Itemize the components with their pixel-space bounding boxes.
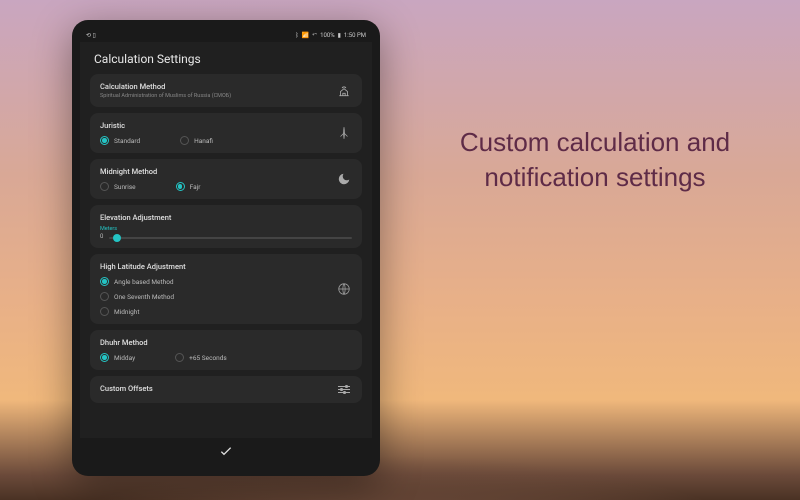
compass-icon bbox=[336, 125, 352, 141]
wifi-icon: ⬿ bbox=[312, 31, 317, 39]
calculation-method-title: Calculation Method bbox=[100, 82, 352, 91]
juristic-option-standard[interactable]: Standard bbox=[100, 136, 140, 145]
radio-icon bbox=[100, 136, 109, 145]
radio-label: Midday bbox=[114, 354, 135, 362]
radio-icon bbox=[100, 353, 109, 362]
midnight-option-fajr[interactable]: Fajr bbox=[176, 182, 201, 191]
page-title: Calculation Settings bbox=[80, 42, 372, 74]
radio-label: +65 Seconds bbox=[189, 354, 227, 362]
dhuhr-title: Dhuhr Method bbox=[100, 338, 352, 347]
status-left: ⟲ ▯ bbox=[86, 32, 96, 39]
moon-icon bbox=[336, 171, 352, 187]
midnight-title: Midnight Method bbox=[100, 167, 352, 176]
confirm-button[interactable] bbox=[218, 443, 234, 463]
radio-icon bbox=[176, 182, 185, 191]
high-latitude-card: High Latitude Adjustment Angle based Met… bbox=[90, 254, 362, 324]
radio-icon bbox=[100, 307, 109, 316]
midnight-method-card: Midnight Method Sunrise Fajr bbox=[90, 159, 362, 199]
screen: ⟲ ▯ ᛒ 📶 ⬿ 100% ▮ 1:50 PM Calculation Set… bbox=[80, 28, 372, 468]
battery-full-icon: ▮ bbox=[338, 32, 341, 39]
juristic-option-hanafi[interactable]: Hanafi bbox=[180, 136, 213, 145]
radio-icon bbox=[180, 136, 189, 145]
radio-icon bbox=[100, 182, 109, 191]
radio-icon bbox=[175, 353, 184, 362]
high-lat-option-angle[interactable]: Angle based Method bbox=[100, 277, 352, 286]
orientation-lock-icon: ⟲ bbox=[86, 32, 91, 39]
clock: 1:50 PM bbox=[344, 32, 366, 39]
elevation-card: Elevation Adjustment Meters 0 bbox=[90, 205, 362, 248]
tablet-frame: ⟲ ▯ ᛒ 📶 ⬿ 100% ▮ 1:50 PM Calculation Set… bbox=[72, 20, 380, 476]
calculation-method-card[interactable]: Calculation Method Spiritual Administrat… bbox=[90, 74, 362, 107]
juristic-card: Juristic Standard Hanafi bbox=[90, 113, 362, 153]
marketing-headline: Custom calculation and notification sett… bbox=[420, 125, 770, 195]
radio-label: One Seventh Method bbox=[114, 293, 174, 301]
status-right: ᛒ 📶 ⬿ 100% ▮ 1:50 PM bbox=[295, 31, 366, 39]
dhuhr-option-midday[interactable]: Midday bbox=[100, 353, 135, 362]
globe-icon bbox=[336, 281, 352, 297]
radio-label: Hanafi bbox=[194, 137, 213, 145]
slider-thumb[interactable] bbox=[113, 234, 121, 242]
bottom-bar bbox=[80, 438, 372, 468]
high-latitude-title: High Latitude Adjustment bbox=[100, 262, 352, 271]
high-lat-option-seventh[interactable]: One Seventh Method bbox=[100, 292, 352, 301]
custom-offsets-title: Custom Offsets bbox=[100, 384, 352, 393]
dhuhr-option-65s[interactable]: +65 Seconds bbox=[175, 353, 227, 362]
battery-pct: 100% bbox=[320, 32, 335, 39]
signal-icon: 📶 bbox=[302, 32, 309, 39]
radio-label: Standard bbox=[114, 137, 140, 145]
radio-icon bbox=[100, 277, 109, 286]
mosque-icon bbox=[336, 83, 352, 99]
elevation-slider[interactable] bbox=[109, 237, 352, 239]
radio-label: Angle based Method bbox=[114, 278, 174, 286]
bluetooth-icon: ᛒ bbox=[295, 32, 299, 39]
elevation-title: Elevation Adjustment bbox=[100, 213, 352, 222]
status-bar: ⟲ ▯ ᛒ 📶 ⬿ 100% ▮ 1:50 PM bbox=[80, 28, 372, 42]
sliders-icon bbox=[336, 382, 352, 398]
radio-icon bbox=[100, 292, 109, 301]
settings-content: Calculation Method Spiritual Administrat… bbox=[80, 74, 372, 438]
sim-icon: ▯ bbox=[93, 32, 96, 39]
dhuhr-method-card: Dhuhr Method Midday +65 Seconds bbox=[90, 330, 362, 370]
elevation-value: 0 bbox=[100, 233, 103, 240]
calculation-method-subtitle: Spiritual Administration of Muslims of R… bbox=[100, 93, 352, 99]
radio-label: Sunrise bbox=[114, 183, 136, 191]
high-lat-option-midnight[interactable]: Midnight bbox=[100, 307, 352, 316]
custom-offsets-card[interactable]: Custom Offsets bbox=[90, 376, 362, 403]
midnight-option-sunrise[interactable]: Sunrise bbox=[100, 182, 136, 191]
radio-label: Midnight bbox=[114, 308, 139, 316]
radio-label: Fajr bbox=[190, 183, 201, 191]
juristic-title: Juristic bbox=[100, 121, 352, 130]
